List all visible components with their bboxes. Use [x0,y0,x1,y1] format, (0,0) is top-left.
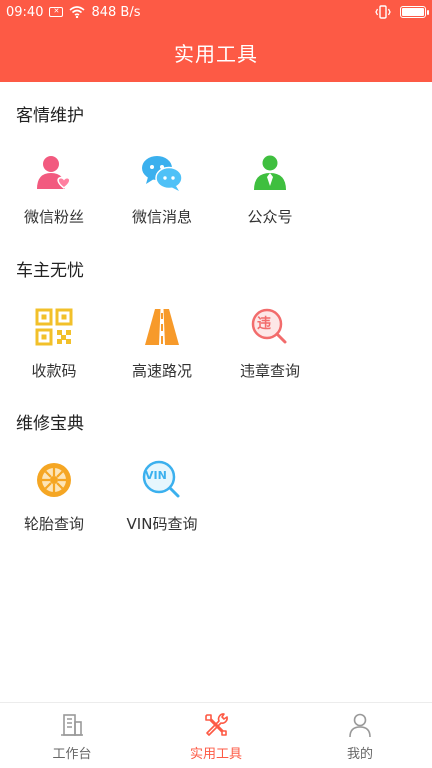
network-speed: 848 B/s [91,4,141,20]
page-title: 实用工具 [174,42,258,66]
tool-label: 轮胎查询 [23,515,84,533]
tool-payment-code[interactable]: 收款码 [0,294,108,404]
customer-care-grid: 微信粉丝 微信消息 公众号 [0,140,432,250]
status-bar: 09:40 ✕ 848 B/s [0,0,432,24]
battery-icon [400,6,429,18]
status-time: 09:40 [6,4,44,20]
tire-icon [31,457,77,503]
tool-label: 收款码 [31,362,77,380]
building-icon [61,714,83,736]
tool-official-account[interactable]: 公众号 [216,140,324,250]
tools-icon [205,713,228,736]
bottom-tab-bar: 工作台 实用工具 我的 [0,702,432,768]
tool-label: 违章查询 [239,362,300,380]
qr-code-icon [31,304,77,350]
tool-wechat-messages[interactable]: 微信消息 [108,140,216,250]
chat-bubbles-icon [139,150,185,196]
app-header: 09:40 ✕ 848 B/s 实用工具 [0,0,432,82]
tool-wechat-fans[interactable]: 微信粉丝 [0,140,108,250]
tab-label: 工作台 [52,747,92,762]
notification-icon: ✕ [49,7,64,17]
highway-icon [139,304,185,350]
tab-mine[interactable]: 我的 [288,703,432,768]
tool-label: 微信消息 [131,208,192,226]
user-heart-icon [31,150,77,196]
tab-tools[interactable]: 实用工具 [144,703,288,768]
section-title-repair-guide: 维修宝典 [16,414,84,434]
tool-label: VIN码查询 [126,515,198,533]
tool-label: 公众号 [247,208,293,226]
official-account-icon [247,150,293,196]
repair-guide-grid: 轮胎查询 VIN VIN码查询 [0,447,432,557]
violation-glyph: 违 [257,316,271,332]
tab-label: 我的 [346,747,373,762]
wifi-icon [69,6,85,18]
tool-highway-traffic[interactable]: 高速路况 [108,294,216,404]
tool-label: 微信粉丝 [23,208,84,226]
tab-label: 实用工具 [189,747,242,762]
section-title-customer-care: 客情维护 [16,106,84,126]
section-title-owner-worry-free: 车主无忧 [16,261,84,281]
person-icon [349,713,371,738]
violation-search-icon: 违 [247,304,293,350]
tool-label: 高速路况 [131,362,192,380]
vin-glyph: VIN [145,469,167,482]
vibrate-icon [375,5,391,19]
tool-violation-query[interactable]: 违 违章查询 [216,294,324,404]
tool-vin-query[interactable]: VIN VIN码查询 [108,447,216,557]
vin-search-icon: VIN [139,457,185,503]
tool-tire-query[interactable]: 轮胎查询 [0,447,108,557]
tab-workbench[interactable]: 工作台 [0,703,144,768]
owner-worry-free-grid: 收款码 高速路况 违 违章查询 [0,294,432,404]
